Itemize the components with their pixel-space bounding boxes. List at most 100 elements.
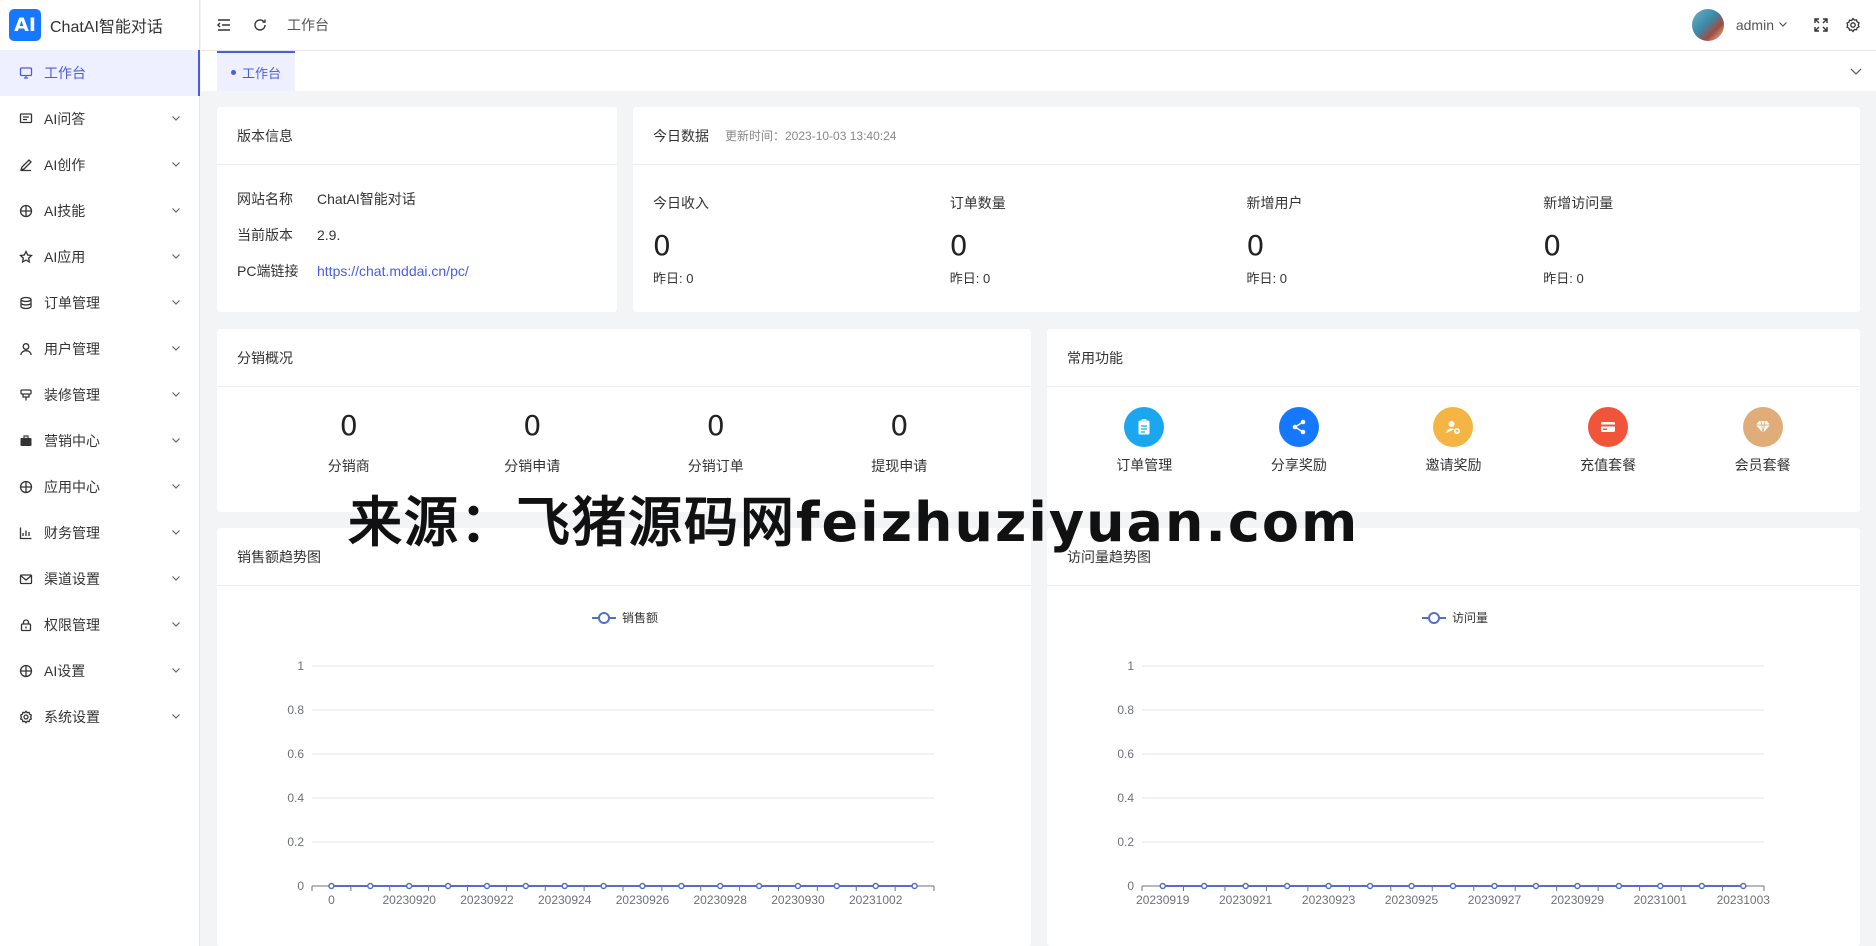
clipboard-icon	[1124, 407, 1165, 447]
mail-icon	[18, 571, 34, 587]
function-shortcut[interactable]: 订单管理	[1067, 407, 1222, 475]
function-shortcut[interactable]: 会员套餐	[1685, 407, 1840, 475]
y-tick-label: 0	[297, 879, 304, 893]
y-tick-label: 0.8	[287, 703, 304, 717]
chevron-down-icon	[171, 251, 183, 263]
info-row: 当前版本 2.9.	[217, 217, 617, 253]
database-icon	[18, 295, 34, 311]
pc-link[interactable]: https://chat.mddai.cn/pc/	[317, 263, 469, 279]
chevron-down-icon	[171, 435, 183, 447]
share-icon	[1278, 407, 1319, 447]
pen-icon	[18, 157, 34, 173]
x-tick-label: 20231001	[1634, 893, 1688, 907]
x-tick-label: 20230930	[771, 893, 825, 907]
info-value: ChatAI智能对话	[317, 191, 416, 207]
distribution-label: 分销申请	[504, 458, 561, 474]
stat-cell: 新增访问量 0 昨日: 0	[1543, 193, 1840, 287]
data-point	[872, 882, 879, 890]
sidebar-item-2[interactable]: AI创作	[0, 142, 199, 188]
distribution-label: 分销订单	[687, 458, 744, 474]
tab-workbench[interactable]: 工作台	[217, 51, 296, 91]
sales-line-chart: 销售额 0 0.2 0.4 0.6 0.8 1 0 20230920 20230922 202309…	[287, 610, 935, 907]
data-point	[1740, 882, 1747, 890]
sidebar-menu: 工作台 AI问答 AI创作 AI技能 AI应用订单管理用户管理 装修管理营销中心应用中心财…	[0, 50, 200, 740]
function-shortcut[interactable]: 邀请奖励	[1376, 407, 1531, 475]
sidebar-item-5[interactable]: 订单管理	[0, 280, 199, 326]
sidebar-item-10[interactable]: 财务管理	[0, 510, 199, 556]
x-tick-label: 20230921	[1219, 893, 1273, 907]
sidebar-item-1[interactable]: AI问答	[0, 96, 199, 142]
chevron-down-icon	[171, 205, 183, 217]
data-point	[328, 882, 335, 890]
sidebar-item-9[interactable]: 应用中心	[0, 464, 199, 510]
today-grid: 今日收入 0 昨日: 0 订单数量 0 昨日: 0 新增用户 0 昨日: 0 新增访问量 0 昨日: …	[633, 165, 1860, 287]
avatar[interactable]	[1691, 9, 1724, 41]
info-value: 2.9.	[317, 227, 341, 243]
info-key: PC端链接	[237, 263, 299, 279]
refresh-icon[interactable]	[251, 16, 269, 34]
distribution-cell[interactable]: 0 提现申请	[808, 409, 992, 476]
data-point	[522, 882, 530, 890]
distribution-value: 0	[890, 409, 909, 442]
stat-label: 新增用户	[1246, 195, 1303, 211]
fullscreen-icon[interactable]	[1812, 16, 1830, 34]
visits-chart-card: 访问量趋势图 访问量 0 0.2 0.4 0.6 0.8 1 20230919 20230921…	[1047, 528, 1860, 946]
sidebar-item-6[interactable]: 用户管理	[0, 326, 199, 372]
logo-badge: AI	[9, 9, 41, 41]
y-tick-label: 0.4	[1117, 791, 1134, 805]
app-title: ChatAI智能对话	[50, 19, 163, 36]
sidebar-item-7[interactable]: 装修管理	[0, 372, 199, 418]
sidebar-item-3[interactable]: AI技能	[0, 188, 199, 234]
card-title: 销售额趋势图	[217, 528, 1031, 586]
data-point	[716, 882, 724, 890]
version-rows: 网站名称 ChatAI智能对话 当前版本 2.9. PC端链接 https://chat.…	[217, 165, 617, 289]
username[interactable]: admin	[1736, 17, 1774, 33]
data-point	[1366, 882, 1374, 890]
function-label: 订单管理	[1116, 457, 1173, 473]
sidebar-item-0[interactable]: 工作台	[0, 50, 200, 96]
sidebar-item-14[interactable]: 系统设置	[0, 694, 199, 740]
menu-fold-icon[interactable]	[215, 16, 233, 34]
gear-icon[interactable]	[1844, 16, 1862, 34]
distribution-cell[interactable]: 0 分销订单	[624, 409, 808, 476]
function-shortcut[interactable]: 分享奖励	[1222, 407, 1377, 475]
chevron-down-icon	[171, 297, 183, 309]
y-tick-label: 1	[1127, 659, 1134, 673]
data-point	[678, 882, 685, 890]
x-tick-label: 20230923	[1302, 893, 1356, 907]
diamond-icon	[1742, 407, 1783, 447]
sidebar-item-label: 订单管理	[44, 295, 100, 311]
y-tick-label: 0.6	[1117, 747, 1134, 761]
functions-card: 常用功能 订单管理 分享奖励 邀请奖励 充值套餐 会员套餐	[1047, 329, 1860, 512]
data-point	[1532, 882, 1540, 890]
distribution-cell[interactable]: 0 分销商	[257, 409, 441, 476]
stat-value: 0	[653, 229, 671, 262]
distribution-grid: 0 分销商 0 分销申请 0 分销订单 0 提现申请	[217, 387, 1031, 476]
tab-label: 工作台	[242, 65, 282, 81]
compass-icon	[18, 479, 34, 495]
distribution-cell[interactable]: 0 分销申请	[441, 409, 625, 476]
sidebar-item-11[interactable]: 渠道设置	[0, 556, 199, 602]
sidebar-item-4[interactable]: AI应用	[0, 234, 199, 280]
data-point	[1283, 882, 1291, 890]
sidebar-item-label: 营销中心	[44, 433, 100, 449]
data-point	[405, 882, 413, 890]
chevron-down-icon	[171, 527, 183, 539]
x-tick-label: 20230929	[1551, 893, 1605, 907]
today-card: 今日数据 更新时间：2023-10-03 13:40:24 今日收入 0 昨日: 0…	[633, 107, 1860, 312]
tabs-dropdown-icon[interactable]	[1836, 51, 1876, 91]
y-tick-label: 0.2	[287, 835, 304, 849]
sidebar-item-12[interactable]: 权限管理	[0, 602, 199, 648]
breadcrumb[interactable]: 工作台	[287, 15, 329, 35]
chevron-down-icon[interactable]	[1778, 19, 1790, 31]
function-label: 分享奖励	[1270, 457, 1327, 473]
chevron-down-icon	[171, 389, 183, 401]
function-shortcut[interactable]: 充值套餐	[1531, 407, 1686, 475]
data-point	[1325, 882, 1332, 890]
logo[interactable]: AI ChatAI智能对话	[0, 0, 199, 50]
sidebar-item-13[interactable]: AI设置	[0, 648, 199, 694]
distribution-value: 0	[523, 409, 542, 442]
header-right: admin	[1691, 9, 1862, 41]
data-point	[1449, 882, 1457, 890]
sidebar-item-8[interactable]: 营销中心	[0, 418, 199, 464]
